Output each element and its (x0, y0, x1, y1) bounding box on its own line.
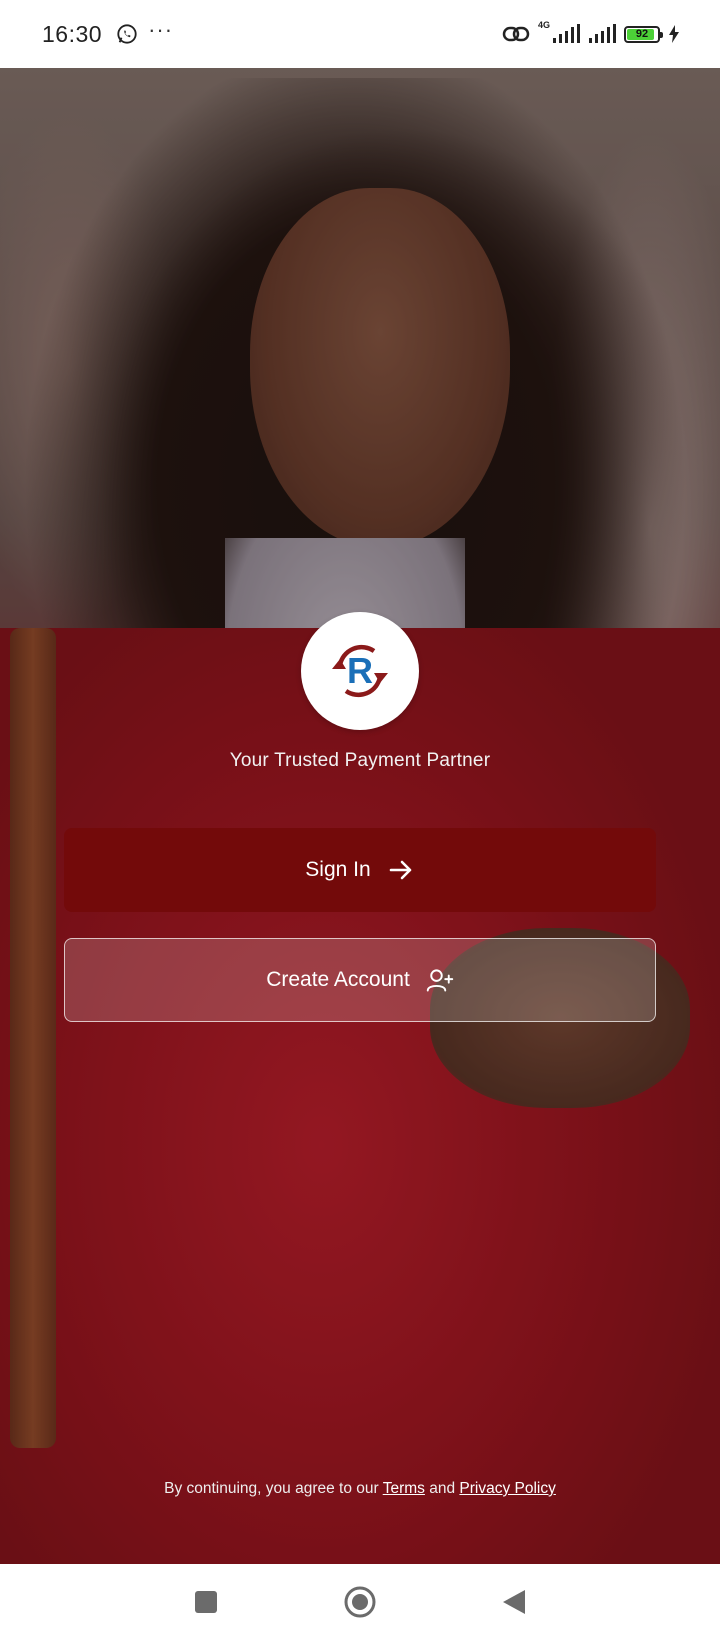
status-time: 16:30 (42, 20, 103, 47)
sign-in-button[interactable]: Sign In (64, 828, 656, 912)
tagline: Your Trusted Payment Partner (229, 750, 491, 771)
more-dots-icon: ··· (148, 17, 174, 42)
hero-background: R Your Trusted Payment Partner Sign In C… (0, 68, 720, 1564)
app-logo: R (301, 612, 419, 730)
battery-icon: 92 (624, 25, 663, 43)
legal-prefix: By continuing, you agree to our (164, 1480, 379, 1497)
square-icon (195, 1591, 217, 1613)
battery-tip (660, 31, 663, 38)
recents-button[interactable] (188, 1584, 224, 1620)
legal-conjunction: and (429, 1480, 456, 1497)
charging-bolt-icon (669, 25, 679, 43)
network-type-label: 4G (537, 20, 550, 30)
create-account-label: Create Account (266, 968, 410, 991)
arrow-right-icon (389, 860, 411, 880)
home-circle-icon (344, 1586, 376, 1618)
background-overlay (0, 68, 720, 1564)
status-bar: 16:30 ··· 4G 92 (0, 0, 720, 68)
battery-level: 92 (635, 28, 649, 40)
logo-mark: R (332, 644, 388, 698)
back-triangle-icon (503, 1590, 525, 1614)
status-right: 4G 92 (502, 20, 680, 45)
system-nav-bar (0, 1564, 720, 1640)
status-left: 16:30 ··· (42, 17, 174, 48)
signal-strength-icon-2 (589, 24, 616, 43)
create-account-button[interactable]: Create Account (64, 938, 656, 1022)
legal-notice: By continuing, you agree to our Terms an… (0, 1480, 720, 1498)
privacy-policy-link[interactable]: Privacy Policy (459, 1480, 555, 1497)
hotspot-link-icon (502, 26, 530, 42)
whatsapp-icon (117, 24, 137, 44)
home-button[interactable] (342, 1584, 378, 1620)
terms-link[interactable]: Terms (383, 1480, 425, 1497)
add-user-icon (426, 969, 454, 992)
signal-strength-icon (553, 24, 580, 43)
back-button[interactable] (496, 1584, 532, 1620)
logo-letter: R (347, 650, 373, 691)
sign-in-label: Sign In (305, 858, 371, 881)
